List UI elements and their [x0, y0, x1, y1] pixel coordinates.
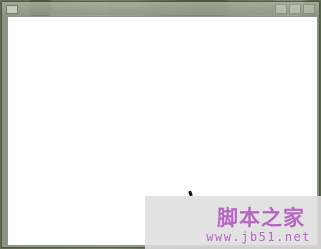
maximize-icon[interactable] — [289, 4, 301, 14]
window-icon[interactable] — [6, 5, 18, 14]
watermark-logo: 脚本之家 — [217, 205, 305, 230]
window-controls — [275, 4, 315, 14]
close-icon[interactable] — [303, 4, 315, 14]
title-bar[interactable] — [2, 2, 319, 15]
site-watermark: 脚本之家 www.jb51.net — [145, 196, 321, 249]
minimize-icon[interactable] — [275, 4, 287, 14]
watermark-url: www.jb51.net — [206, 230, 311, 244]
